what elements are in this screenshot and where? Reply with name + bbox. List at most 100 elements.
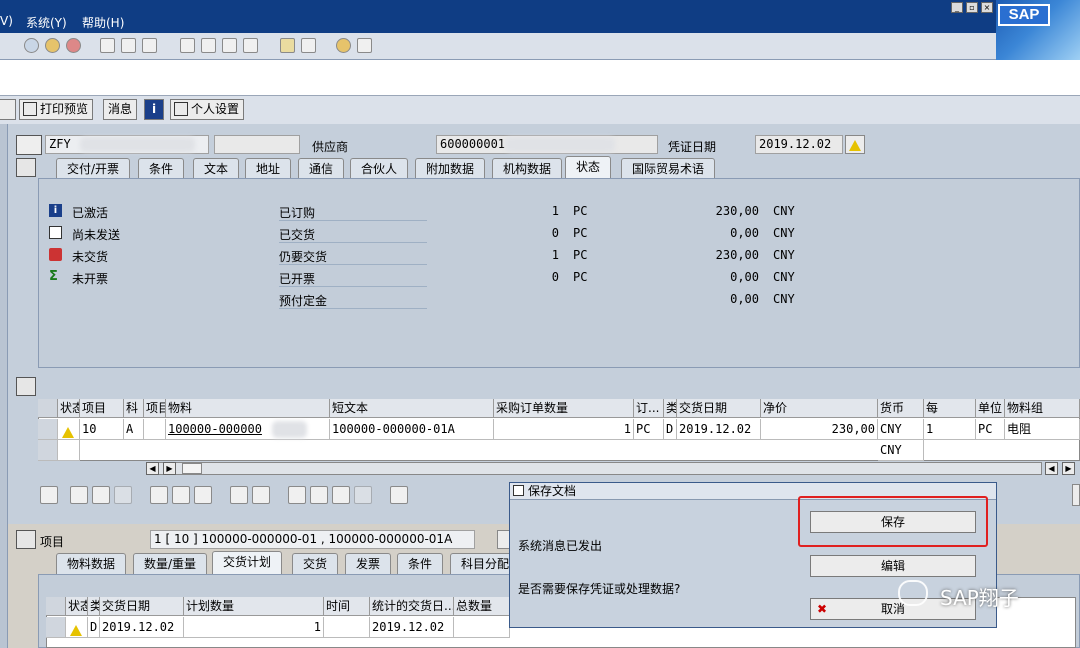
col-header[interactable]: 短文本 bbox=[330, 399, 494, 418]
select-all-cell[interactable] bbox=[46, 597, 66, 616]
unit-cell[interactable]: PC bbox=[976, 419, 1005, 440]
next-page-icon[interactable] bbox=[222, 38, 237, 53]
row-selector[interactable] bbox=[46, 617, 66, 638]
item-table-scrollbar[interactable] bbox=[146, 462, 1042, 475]
menu-help[interactable]: 帮助(H) bbox=[82, 14, 124, 31]
doc-number-field[interactable] bbox=[214, 135, 300, 154]
collapse-header-icon[interactable] bbox=[16, 158, 36, 177]
col-header[interactable]: 项目 bbox=[80, 399, 124, 418]
collapse-items-icon[interactable] bbox=[16, 377, 36, 396]
find-next-icon[interactable] bbox=[142, 38, 157, 53]
cancel-icon[interactable] bbox=[66, 38, 81, 53]
new-session-icon[interactable] bbox=[280, 38, 295, 53]
back-icon[interactable] bbox=[24, 38, 39, 53]
restore-icon[interactable]: ▫ bbox=[966, 2, 978, 13]
col-header[interactable]: 计划数量 bbox=[184, 597, 324, 616]
col-header[interactable]: 净价 bbox=[761, 399, 878, 418]
messages-button[interactable]: 消息 bbox=[103, 99, 138, 120]
tab-incoterms[interactable]: 国际贸易术语 bbox=[621, 158, 716, 179]
tab-org-data[interactable]: 机构数据 bbox=[492, 158, 563, 179]
tab-delivery-invoice[interactable]: 交付/开票 bbox=[56, 158, 131, 179]
col-header[interactable]: 总数量 bbox=[454, 597, 510, 616]
currency-cell[interactable]: CNY bbox=[878, 440, 924, 461]
cat-cell[interactable]: D bbox=[88, 617, 100, 638]
warning-icon[interactable] bbox=[845, 135, 865, 154]
delete-icon[interactable] bbox=[150, 486, 168, 504]
item-selector[interactable]: 1 [ 10 ] 100000-000000-01 , 100000-00000… bbox=[150, 530, 475, 549]
info-icon[interactable]: i bbox=[144, 99, 164, 120]
print-icon[interactable] bbox=[100, 38, 115, 53]
col-header[interactable]: 采购订单数量 bbox=[494, 399, 634, 418]
col-header[interactable]: 项目 bbox=[144, 399, 166, 418]
details-icon[interactable] bbox=[40, 486, 58, 504]
col-header[interactable]: 状态 bbox=[66, 597, 88, 616]
date-cat-cell[interactable]: D bbox=[664, 419, 677, 440]
minimize-icon[interactable]: _ bbox=[951, 2, 963, 13]
filter-icon[interactable] bbox=[310, 486, 328, 504]
menu-view[interactable]: V) bbox=[0, 14, 13, 28]
scroll-thumb[interactable] bbox=[182, 463, 202, 474]
close-icon[interactable]: × bbox=[981, 2, 993, 13]
col-header[interactable]: 状态 bbox=[58, 399, 80, 418]
tab-status[interactable]: 状态 bbox=[565, 156, 612, 179]
deselect-icon[interactable] bbox=[92, 486, 110, 504]
col-header[interactable]: 货币 bbox=[878, 399, 924, 418]
tab-conditions-item[interactable]: 条件 bbox=[397, 553, 444, 574]
edit-button[interactable]: 编辑 bbox=[810, 555, 976, 577]
tab-address[interactable]: 地址 bbox=[245, 158, 292, 179]
status-cell[interactable] bbox=[58, 419, 80, 440]
prev-page-icon[interactable] bbox=[201, 38, 216, 53]
display-change-icon[interactable] bbox=[0, 99, 16, 120]
qty-cell[interactable]: 1 bbox=[494, 419, 634, 440]
print-preview-button[interactable]: 打印预览 bbox=[19, 99, 94, 120]
grid-icon[interactable] bbox=[252, 486, 270, 504]
left-splitter[interactable] bbox=[0, 124, 8, 648]
lock-icon[interactable] bbox=[172, 486, 190, 504]
col-header[interactable]: 统计的交货日... bbox=[370, 597, 454, 616]
col-header[interactable]: 物料组 bbox=[1005, 399, 1080, 418]
tab-material-data[interactable]: 物料数据 bbox=[56, 553, 127, 574]
col-header[interactable]: 交货日期 bbox=[677, 399, 761, 418]
document-icon[interactable] bbox=[390, 486, 408, 504]
col-header[interactable]: 类 bbox=[88, 597, 100, 616]
personal-settings-button[interactable]: 个人设置 bbox=[170, 99, 245, 120]
tab-invoice[interactable]: 发票 bbox=[345, 553, 392, 574]
time-cell[interactable] bbox=[324, 617, 370, 638]
status-cell[interactable] bbox=[66, 617, 88, 638]
collapse-detail-icon[interactable] bbox=[16, 530, 36, 549]
scroll-right-icon[interactable]: ▶ bbox=[1062, 462, 1075, 475]
col-header[interactable]: 类 bbox=[664, 399, 677, 418]
currency-cell[interactable]: CNY bbox=[878, 419, 924, 440]
delivery-date-cell[interactable]: 2019.12.02 bbox=[677, 419, 761, 440]
last-page-icon[interactable] bbox=[243, 38, 258, 53]
col-header[interactable]: 订... bbox=[634, 399, 664, 418]
order-unit-cell[interactable]: PC bbox=[634, 419, 664, 440]
col-header[interactable]: 物料 bbox=[166, 399, 330, 418]
tab-schedule[interactable]: 交货计划 bbox=[212, 551, 283, 574]
select-all-cell[interactable] bbox=[38, 399, 58, 418]
tab-texts[interactable]: 文本 bbox=[193, 158, 240, 179]
scroll-left-icon[interactable]: ◀ bbox=[146, 462, 159, 475]
status-cell[interactable] bbox=[58, 440, 80, 461]
select-all-icon[interactable] bbox=[70, 486, 88, 504]
first-page-icon[interactable] bbox=[180, 38, 195, 53]
item-cell[interactable]: 10 bbox=[80, 419, 124, 440]
col-header[interactable]: 时间 bbox=[324, 597, 370, 616]
item-cat-cell[interactable] bbox=[144, 419, 166, 440]
menu-system[interactable]: 系统(Y) bbox=[26, 14, 67, 31]
net-price-cell[interactable]: 230,00 bbox=[761, 419, 878, 440]
filter-clear-icon[interactable] bbox=[354, 486, 372, 504]
per-cell[interactable]: 1 bbox=[924, 419, 976, 440]
col-header[interactable]: 每 bbox=[924, 399, 976, 418]
split-icon[interactable] bbox=[230, 486, 248, 504]
tab-delivery[interactable]: 交货 bbox=[292, 553, 339, 574]
find-icon[interactable] bbox=[121, 38, 136, 53]
filter-set-icon[interactable] bbox=[332, 486, 350, 504]
col-header[interactable]: 交货日期 bbox=[100, 597, 184, 616]
tab-quantity-weight[interactable]: 数量/重量 bbox=[133, 553, 208, 574]
layout-icon[interactable] bbox=[357, 38, 372, 53]
acct-cell[interactable]: A bbox=[124, 419, 144, 440]
row-selector[interactable] bbox=[38, 440, 58, 461]
sched-qty-cell[interactable]: 1 bbox=[184, 617, 324, 638]
unlock-icon[interactable] bbox=[194, 486, 212, 504]
